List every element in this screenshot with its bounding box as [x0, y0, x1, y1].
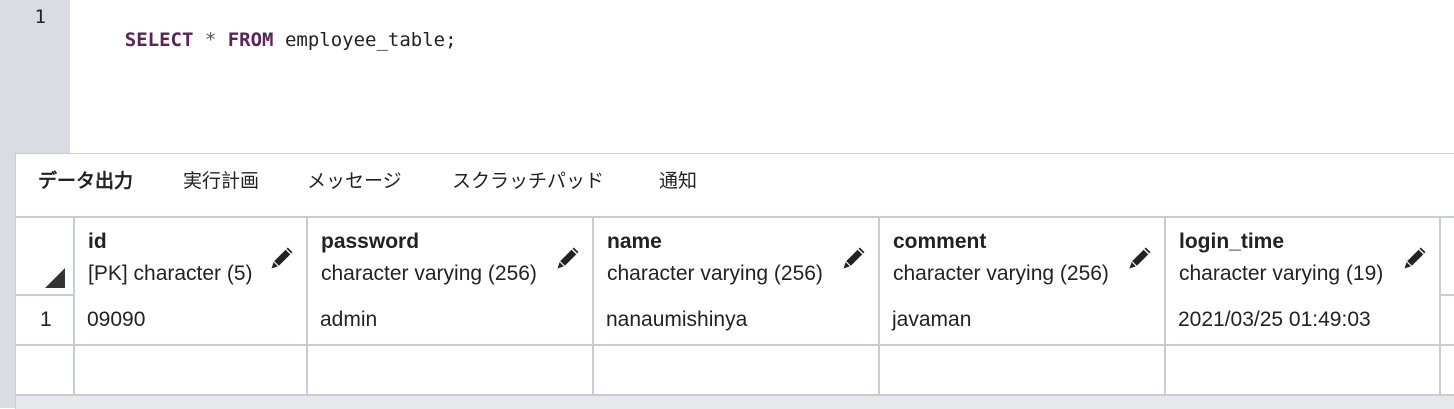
code-star: * — [193, 29, 228, 51]
pencil-icon[interactable] — [840, 244, 868, 272]
tab-notifications[interactable]: 通知 — [659, 166, 697, 193]
table-cell-name[interactable]: nanaumishinya — [594, 296, 880, 344]
table-cell-password[interactable]: admin — [308, 296, 594, 344]
results-panel: データ出力 実行計画 メッセージ スクラッチパッド 通知 id [PK] cha… — [15, 153, 1454, 409]
pencil-icon[interactable] — [268, 244, 296, 272]
column-name: password — [321, 230, 420, 253]
results-tabs: データ出力 実行計画 メッセージ スクラッチパッド 通知 — [16, 154, 1454, 214]
results-grid: id [PK] character (5) password character… — [16, 216, 1454, 409]
tab-explain[interactable]: 実行計画 — [183, 166, 259, 193]
table-cell-login-time[interactable]: 2021/03/25 01:49:03 — [1166, 296, 1441, 344]
column-type: character varying (256) — [607, 262, 823, 285]
keyword-from: FROM — [227, 29, 274, 51]
column-name: comment — [893, 230, 987, 253]
column-type: [PK] character (5) — [88, 262, 253, 285]
select-all-corner[interactable] — [16, 218, 75, 296]
pencil-icon[interactable] — [1401, 244, 1429, 272]
pencil-icon[interactable] — [554, 244, 582, 272]
row-number[interactable] — [16, 346, 75, 394]
table-cell-id[interactable] — [75, 346, 308, 394]
row-number[interactable]: 1 — [16, 296, 75, 344]
table-row[interactable]: 1 09090 admin nanaumishinya javaman 2021… — [16, 296, 1454, 346]
column-header-password[interactable]: password character varying (256) — [308, 218, 594, 296]
pencil-icon[interactable] — [1126, 244, 1154, 272]
table-cell-name[interactable] — [594, 346, 880, 394]
tab-data-output[interactable]: データ出力 — [38, 166, 133, 193]
table-cell-login-time[interactable] — [1166, 346, 1441, 394]
grid-header-row: id [PK] character (5) password character… — [16, 216, 1454, 296]
line-number: 1 — [34, 6, 46, 28]
column-name: id — [88, 230, 107, 253]
column-header-id[interactable]: id [PK] character (5) — [75, 218, 308, 296]
column-type: character varying (19) — [1179, 262, 1384, 285]
corner-triangle-icon — [45, 268, 65, 288]
tab-messages[interactable]: メッセージ — [307, 166, 402, 193]
column-type: character varying (256) — [893, 262, 1109, 285]
table-cell-comment[interactable] — [880, 346, 1166, 394]
column-header-name[interactable]: name character varying (256) — [594, 218, 880, 296]
table-cell-comment[interactable]: javaman — [880, 296, 1166, 344]
table-row-new[interactable] — [16, 346, 1454, 396]
column-name: name — [607, 230, 662, 253]
table-cell-id[interactable]: 09090 — [75, 296, 308, 344]
keyword-select: SELECT — [124, 29, 194, 51]
code-table-name: employee_table; — [273, 29, 457, 51]
code-line[interactable]: SELECT * FROM employee_table; — [79, 7, 457, 73]
tab-scratch-pad[interactable]: スクラッチパッド — [452, 166, 604, 193]
column-header-login-time[interactable]: login_time character varying (19) — [1166, 218, 1441, 296]
column-header-comment[interactable]: comment character varying (256) — [880, 218, 1166, 296]
column-type: character varying (256) — [321, 262, 537, 285]
column-name: login_time — [1179, 230, 1285, 253]
sql-editor[interactable]: SELECT * FROM employee_table; — [70, 0, 1454, 160]
table-cell-password[interactable] — [308, 346, 594, 394]
